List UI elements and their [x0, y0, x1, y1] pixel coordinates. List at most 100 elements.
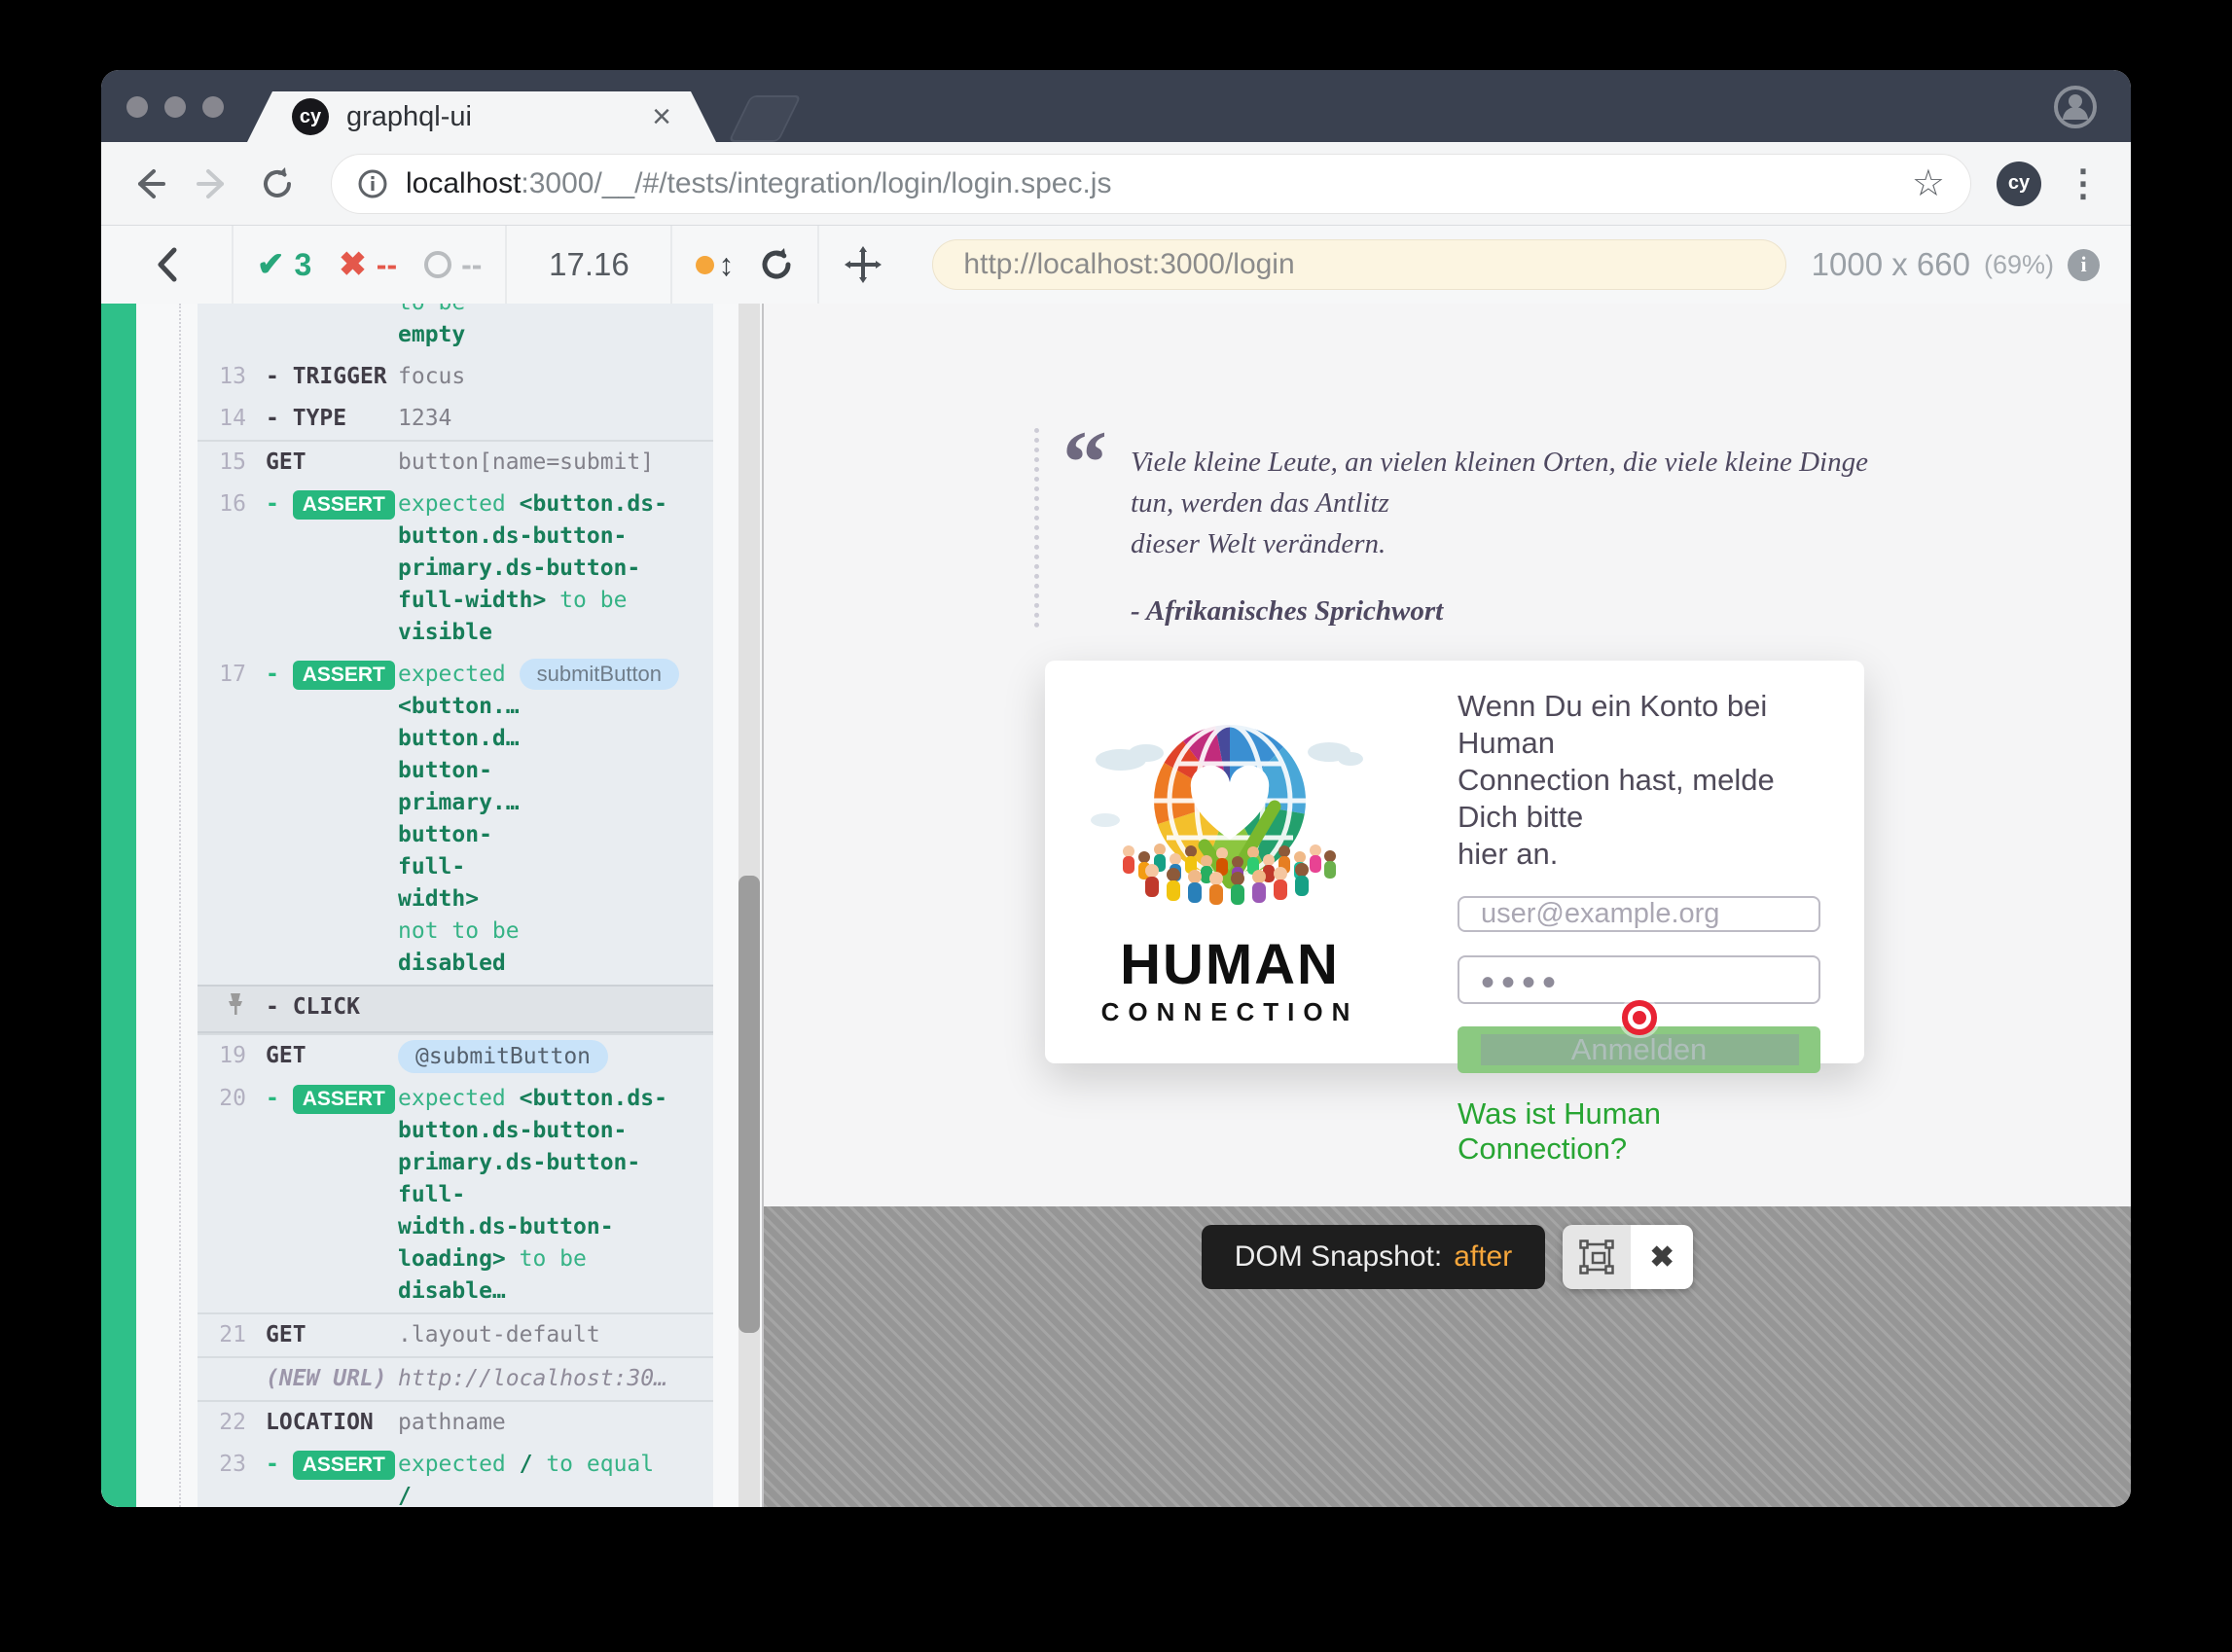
command-method: GET — [246, 1040, 392, 1072]
bounding-box-icon — [1579, 1239, 1614, 1275]
passed-count: 3 — [295, 247, 312, 283]
reporter-scrollbar[interactable] — [738, 304, 760, 1507]
login-card: HUMAN CONNECTION Wenn Du ein Konto bei H… — [1045, 661, 1864, 1063]
command-number: 22 — [198, 1407, 246, 1439]
new-tab-button[interactable] — [728, 95, 801, 142]
tab-close-icon[interactable]: × — [652, 100, 671, 133]
assert-badge: ASSERT — [293, 1451, 395, 1480]
command-message: to be empty — [392, 304, 705, 351]
human-connection-logo-icon — [1084, 703, 1376, 935]
highlight-toggle-button[interactable] — [1563, 1225, 1631, 1289]
pending-stat: -- — [424, 247, 482, 283]
cypress-extension-icon[interactable]: cy — [1997, 162, 2041, 206]
quote-text: Viele kleine Leute, an vielen kleinen Or… — [1131, 442, 1890, 564]
command-method: - CLICK — [246, 991, 392, 1024]
assert-badge: ASSERT — [293, 490, 395, 520]
duration: 17.16 — [507, 226, 672, 304]
maximize-window-button[interactable] — [202, 96, 224, 118]
command-message: expected <button.ds- button.ds-button- p… — [392, 1083, 705, 1308]
scrollbar-thumb[interactable] — [738, 876, 760, 1333]
command-row[interactable]: 16- ASSERTexpected <button.ds- button.ds… — [198, 484, 713, 654]
url-path: :3000/__/#/tests/integration/login/login… — [521, 167, 1111, 200]
command-method: LOCATION — [246, 1407, 392, 1439]
updown-arrow-icon: ↕ — [718, 247, 734, 283]
command-row[interactable]: (NEW URL)http://localhost:30… — [198, 1356, 713, 1400]
command-message: 1234 — [392, 403, 705, 435]
command-number: 16 — [198, 488, 246, 521]
back-icon[interactable] — [130, 165, 167, 202]
browser-tab[interactable]: cy graphql-ui × — [247, 91, 716, 142]
minimize-window-button[interactable] — [164, 96, 186, 118]
cypress-toolbar: ✔3 ✖-- -- 17.16 ↕ http://localhost:3000/… — [101, 226, 2131, 305]
close-window-button[interactable] — [126, 96, 148, 118]
forward-icon[interactable] — [195, 165, 232, 202]
quote-author: - Afrikanisches Sprichwort — [1131, 595, 1890, 628]
command-number: 14 — [198, 403, 246, 435]
command-number: 15 — [198, 447, 246, 479]
command-method: - ASSERT — [246, 659, 392, 691]
cypress-favicon-icon: cy — [292, 98, 329, 135]
command-row[interactable]: 17- ASSERTexpected submitButton <button.… — [198, 654, 713, 985]
failed-count: -- — [377, 247, 397, 283]
submit-button-wrap: Anmelden — [1458, 1026, 1820, 1073]
assert-badge: ASSERT — [293, 661, 395, 690]
click-indicator-icon — [1633, 1011, 1646, 1024]
quote-mark-icon: “ — [1062, 428, 1107, 628]
snapshot-close-button[interactable]: ✖ — [1631, 1225, 1693, 1289]
reload-icon[interactable] — [259, 165, 296, 202]
brand-column: HUMAN CONNECTION — [1045, 661, 1415, 1063]
command-row[interactable]: 14- TYPE1234 — [198, 398, 713, 440]
bookmark-star-icon[interactable]: ☆ — [1912, 162, 1945, 205]
command-row[interactable]: 15GETbutton[name=submit] — [198, 440, 713, 484]
command-method: - ASSERT — [246, 1083, 392, 1115]
command-row[interactable]: 20- ASSERTexpected <button.ds- button.ds… — [198, 1078, 713, 1312]
command-row[interactable]: 23- ASSERTexpected / to equal / — [198, 1444, 713, 1507]
circle-icon — [424, 251, 451, 278]
login-form: Wenn Du ein Konto bei Human Connection h… — [1458, 661, 1820, 1063]
url-host: localhost — [406, 167, 521, 200]
omnibox[interactable]: localhost:3000/__/#/tests/integration/lo… — [331, 154, 1971, 214]
what-is-hc-link[interactable]: Was ist Human Connection? — [1458, 1096, 1820, 1167]
command-method: - ASSERT — [246, 1449, 392, 1481]
test-nesting-guide — [179, 304, 181, 1507]
snapshot-state-pill: DOM Snapshot: after — [1202, 1225, 1545, 1289]
check-icon: ✔ — [257, 248, 285, 281]
viewport-info-icon[interactable]: i — [2068, 249, 2100, 281]
command-message: http://localhost:30… — [392, 1363, 705, 1395]
aut-url[interactable]: http://localhost:3000/login — [932, 239, 1785, 290]
command-number: 21 — [198, 1319, 246, 1351]
command-method: - ASSERT — [246, 488, 392, 521]
command-row[interactable]: 13- TRIGGERfocus — [198, 356, 713, 398]
command-message: expected submitButton <button.… button.d… — [392, 659, 705, 980]
selector-playground-button[interactable] — [819, 226, 907, 304]
snapshot-state: after — [1454, 1240, 1512, 1274]
command-method: (NEW URL) — [246, 1363, 392, 1395]
command-message: pathname — [392, 1407, 705, 1439]
email-input[interactable] — [1458, 896, 1820, 932]
traffic-lights — [126, 96, 224, 118]
test-passed-bar — [101, 304, 136, 1507]
assert-badge: ASSERT — [293, 1085, 395, 1114]
profile-avatar-icon[interactable] — [2053, 85, 2098, 134]
command-row[interactable]: 21GET.layout-default — [198, 1312, 713, 1356]
event-hitbox-overlay — [1481, 1034, 1799, 1065]
command-row[interactable]: 19GET@submitButton — [198, 1033, 713, 1078]
command-number: 13 — [198, 361, 246, 393]
command-log: to be empty13- TRIGGERfocus14- TYPE12341… — [101, 304, 762, 1507]
command-number: 17 — [198, 659, 246, 691]
titlebar: cy graphql-ui × — [101, 70, 2131, 142]
autoscroll-toggle[interactable]: ↕ — [696, 247, 734, 283]
command-row[interactable]: to be empty — [198, 304, 713, 356]
chevron-left-icon — [155, 246, 178, 283]
command-row[interactable]: 22LOCATIONpathname — [198, 1400, 713, 1444]
info-icon[interactable] — [357, 168, 388, 199]
command-method: - TRIGGER — [246, 361, 392, 393]
command-row[interactable]: - CLICK — [198, 985, 713, 1033]
browser-menu-icon[interactable]: ⋮ — [2065, 162, 2102, 205]
quote-block: “ Viele kleine Leute, an vielen kleinen … — [1034, 428, 1890, 628]
command-message: @submitButton — [392, 1040, 705, 1073]
collapse-reporter-button[interactable] — [101, 226, 234, 304]
password-input[interactable] — [1458, 955, 1820, 1004]
rerun-tests-icon[interactable] — [759, 247, 794, 282]
command-method: - TYPE — [246, 403, 392, 435]
